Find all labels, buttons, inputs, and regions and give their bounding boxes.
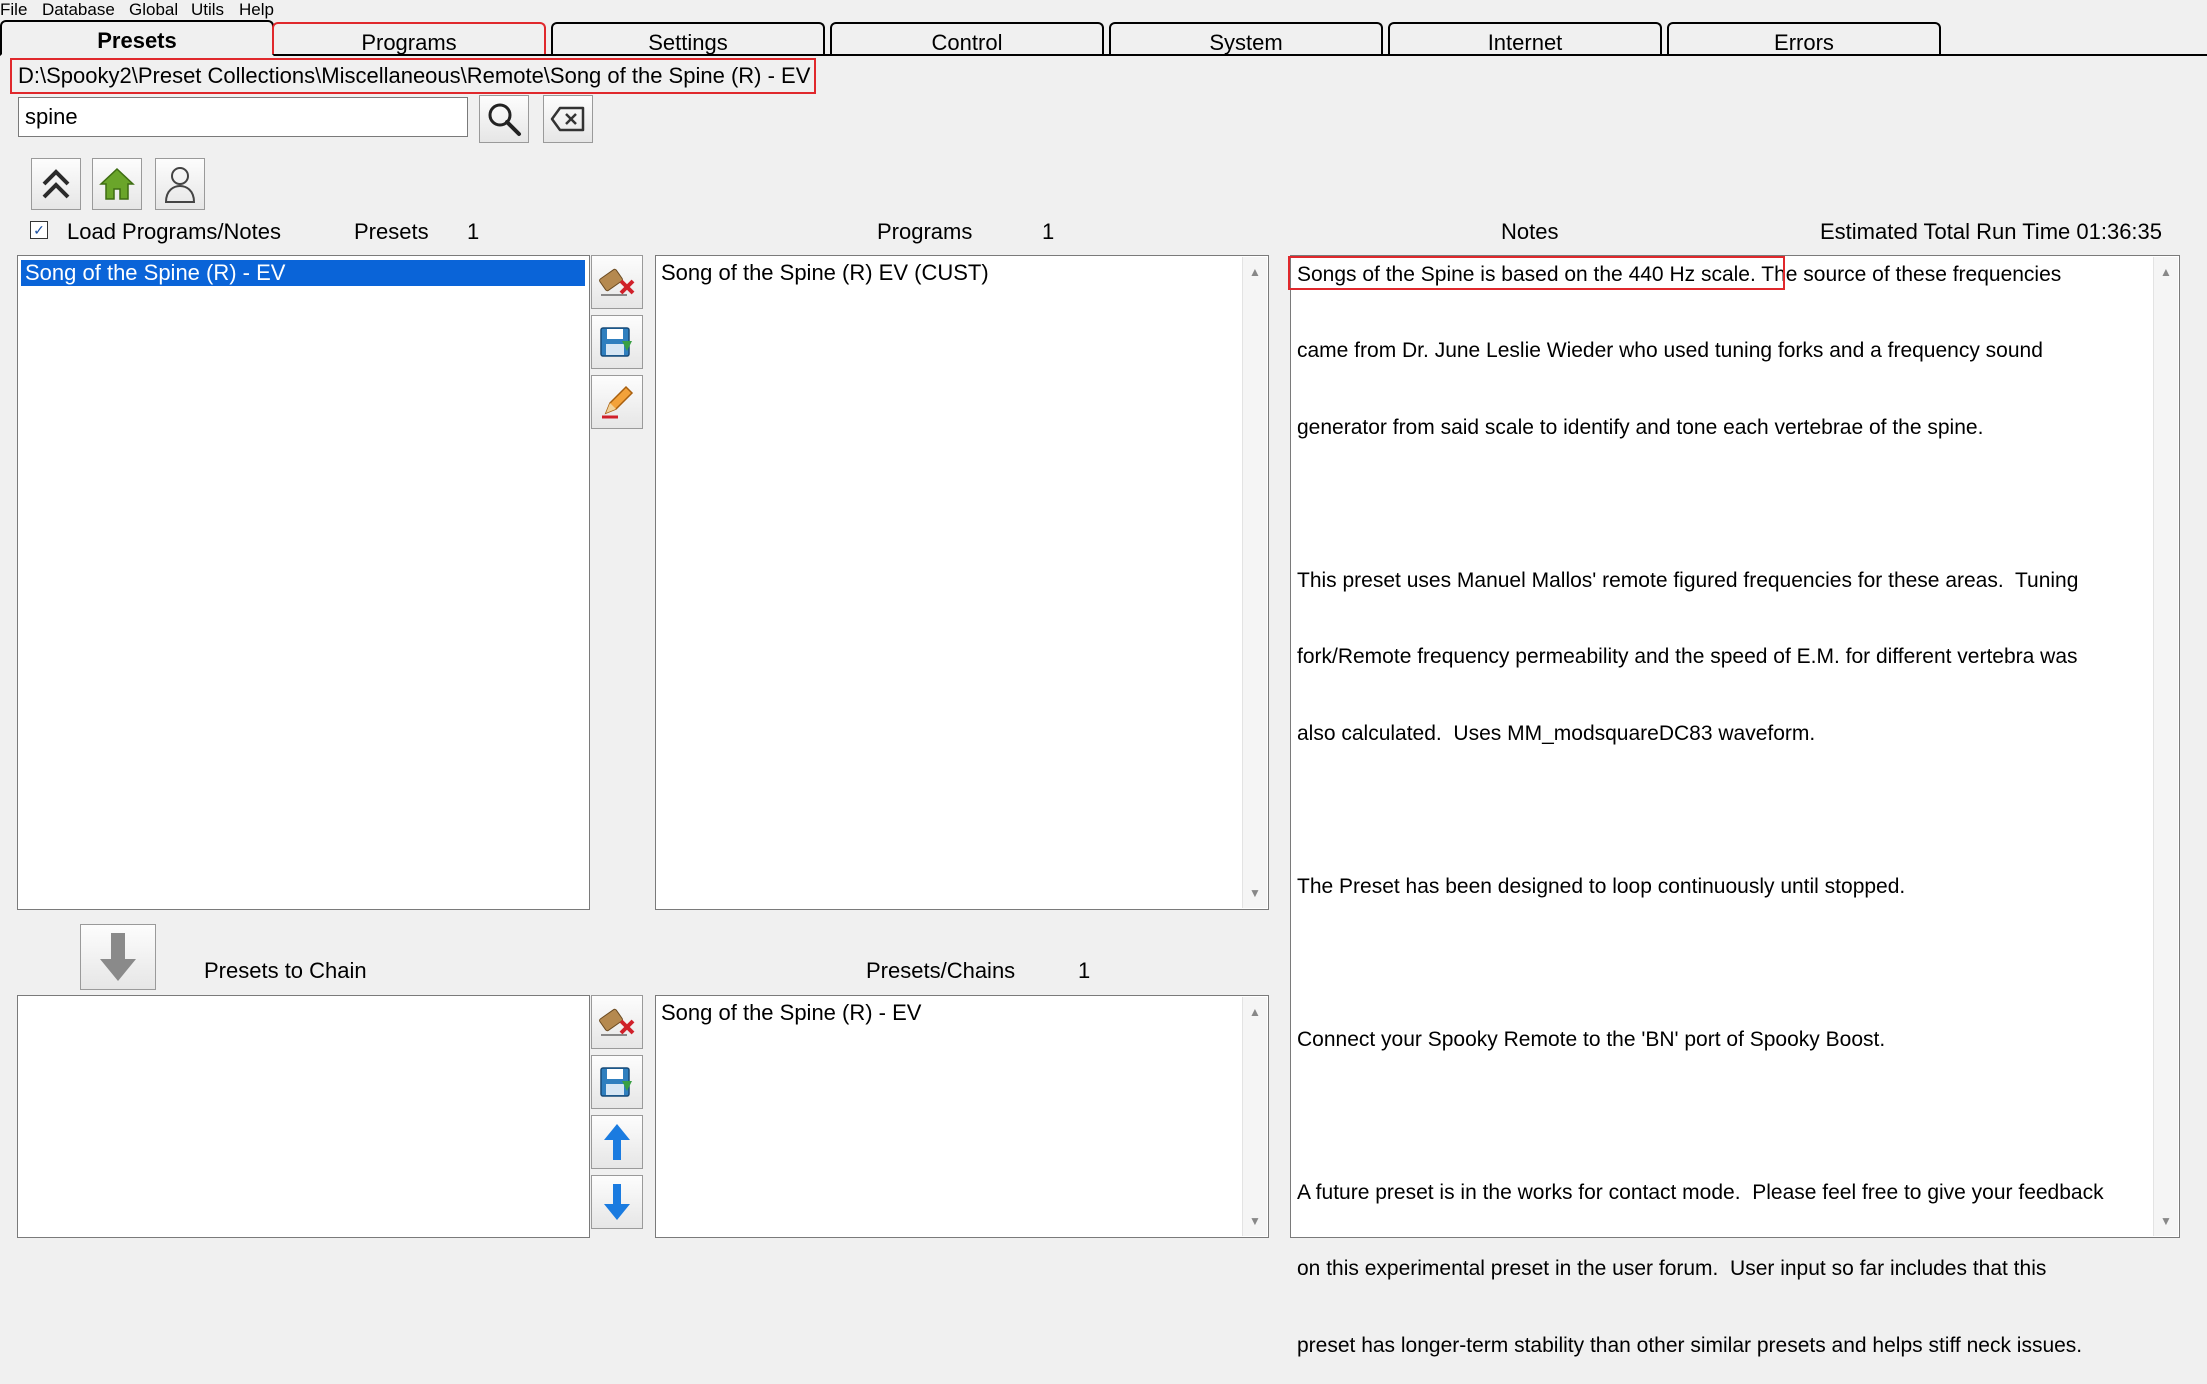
scroll-down-icon[interactable]: ▼ — [1249, 886, 1261, 900]
tab-internet[interactable]: Internet — [1388, 22, 1662, 55]
notes-first-line-rest: The source of these frequencies — [1755, 263, 2062, 286]
edit-preset-button[interactable] — [591, 375, 643, 429]
scroll-up-icon[interactable]: ▲ — [1249, 1005, 1261, 1019]
add-to-chain-button[interactable] — [80, 924, 156, 990]
scroll-down-icon[interactable]: ▼ — [1249, 1214, 1261, 1228]
notes-line: on this experimental preset in the user … — [1297, 1257, 2047, 1280]
presets-list[interactable]: Song of the Spine (R) - EV — [17, 255, 590, 910]
chains-scrollbar[interactable]: ▲ ▼ — [1242, 997, 1267, 1236]
tab-presets[interactable]: Presets — [0, 20, 274, 56]
save-icon — [600, 1067, 632, 1097]
presets-chains-list[interactable]: Song of the Spine (R) - EV ▲ ▼ — [655, 995, 1269, 1238]
home-button[interactable] — [92, 158, 142, 210]
arrow-down-icon — [100, 933, 136, 981]
notes-line: generator from said scale to identify an… — [1297, 415, 1984, 439]
notes-line — [1297, 491, 2157, 517]
presets-count: 1 — [467, 219, 480, 244]
notes-line: This preset uses Manuel Mallos' remote f… — [1297, 568, 2079, 592]
notes-line — [1297, 950, 2157, 976]
menu-utils[interactable]: Utils — [191, 0, 224, 20]
presets-to-chain-list[interactable] — [17, 995, 590, 1238]
search-button[interactable] — [479, 95, 529, 143]
pencil-icon — [602, 385, 634, 419]
user-icon — [164, 167, 196, 203]
backspace-icon — [550, 106, 585, 132]
load-programs-checkbox[interactable]: ✓ — [30, 221, 48, 239]
run-time-label: Estimated Total Run Time 01:36:35 — [1820, 219, 2163, 244]
programs-count: 1 — [1042, 219, 1055, 244]
user-button[interactable] — [155, 158, 205, 210]
clear-search-button[interactable] — [543, 95, 593, 143]
arrow-down-icon — [604, 1184, 630, 1220]
notes-line — [1297, 797, 2157, 823]
chains-count: 1 — [1078, 958, 1091, 983]
notes-line: fork/Remote frequency permeability and t… — [1297, 645, 2078, 668]
home-icon — [99, 167, 135, 200]
list-item[interactable]: Song of the Spine (R) - EV — [661, 1000, 921, 1026]
notes-line: The Preset has been designed to loop con… — [1297, 874, 1906, 898]
double-chevron-up-icon — [42, 169, 70, 199]
scroll-up-icon[interactable]: ▲ — [1249, 265, 1261, 279]
menu-bar: File Database Global Utils Help — [0, 0, 2207, 20]
notes-header: Notes — [1501, 219, 1559, 244]
menu-global[interactable]: Global — [129, 0, 178, 20]
search-icon — [488, 103, 521, 136]
delete-chain-button[interactable] — [591, 995, 643, 1049]
notes-body: came from Dr. June Leslie Wieder who use… — [1297, 287, 2157, 1384]
programs-header: Programs — [877, 219, 973, 244]
scroll-down-icon[interactable]: ▼ — [2160, 1214, 2172, 1228]
save-chain-button[interactable] — [591, 1055, 643, 1109]
save-icon — [600, 327, 632, 357]
delete-preset-button[interactable] — [591, 255, 643, 309]
preset-path: D:\Spooky2\Preset Collections\Miscellane… — [10, 58, 816, 94]
presets-to-chain-label: Presets to Chain — [204, 958, 367, 983]
move-up-button[interactable] — [591, 1115, 643, 1169]
arrow-up-icon — [604, 1124, 630, 1160]
chains-header: Presets/Chains — [866, 958, 1016, 983]
notes-highlight-box — [1288, 256, 1785, 290]
tab-programs[interactable]: Programs — [272, 22, 546, 55]
notes-line: Connect your Spooky Remote to the 'BN' p… — [1297, 1027, 1886, 1051]
notes-line: preset has longer-term stability than ot… — [1297, 1333, 2083, 1357]
menu-file[interactable]: File — [0, 0, 27, 20]
search-input[interactable] — [18, 97, 468, 137]
notes-line: also calculated. Uses MM_modsquareDC83 w… — [1297, 721, 1816, 745]
list-item[interactable]: Song of the Spine (R) EV (CUST) — [661, 260, 989, 286]
eraser-delete-icon — [599, 1008, 635, 1036]
menu-database[interactable]: Database — [42, 0, 115, 20]
tab-settings[interactable]: Settings — [551, 22, 825, 55]
list-item[interactable]: Song of the Spine (R) - EV — [21, 260, 585, 286]
load-programs-label: Load Programs/Notes — [67, 219, 281, 244]
programs-list[interactable]: Song of the Spine (R) EV (CUST) ▲ ▼ — [655, 255, 1269, 910]
presets-header: Presets — [354, 219, 429, 244]
save-preset-button[interactable] — [591, 315, 643, 369]
move-down-button[interactable] — [591, 1175, 643, 1229]
notes-line: came from Dr. June Leslie Wieder who use… — [1297, 339, 2043, 362]
up-level-button[interactable] — [31, 158, 81, 210]
tab-errors[interactable]: Errors — [1667, 22, 1941, 55]
scroll-up-icon[interactable]: ▲ — [2160, 265, 2172, 279]
menu-help[interactable]: Help — [239, 0, 274, 20]
notes-line — [1297, 1103, 2157, 1129]
eraser-delete-icon — [599, 268, 635, 296]
notes-line: A future preset is in the works for cont… — [1297, 1180, 2104, 1204]
tab-system[interactable]: System — [1109, 22, 1383, 55]
programs-scrollbar[interactable]: ▲ ▼ — [1242, 257, 1267, 908]
tab-control[interactable]: Control — [830, 22, 1104, 55]
